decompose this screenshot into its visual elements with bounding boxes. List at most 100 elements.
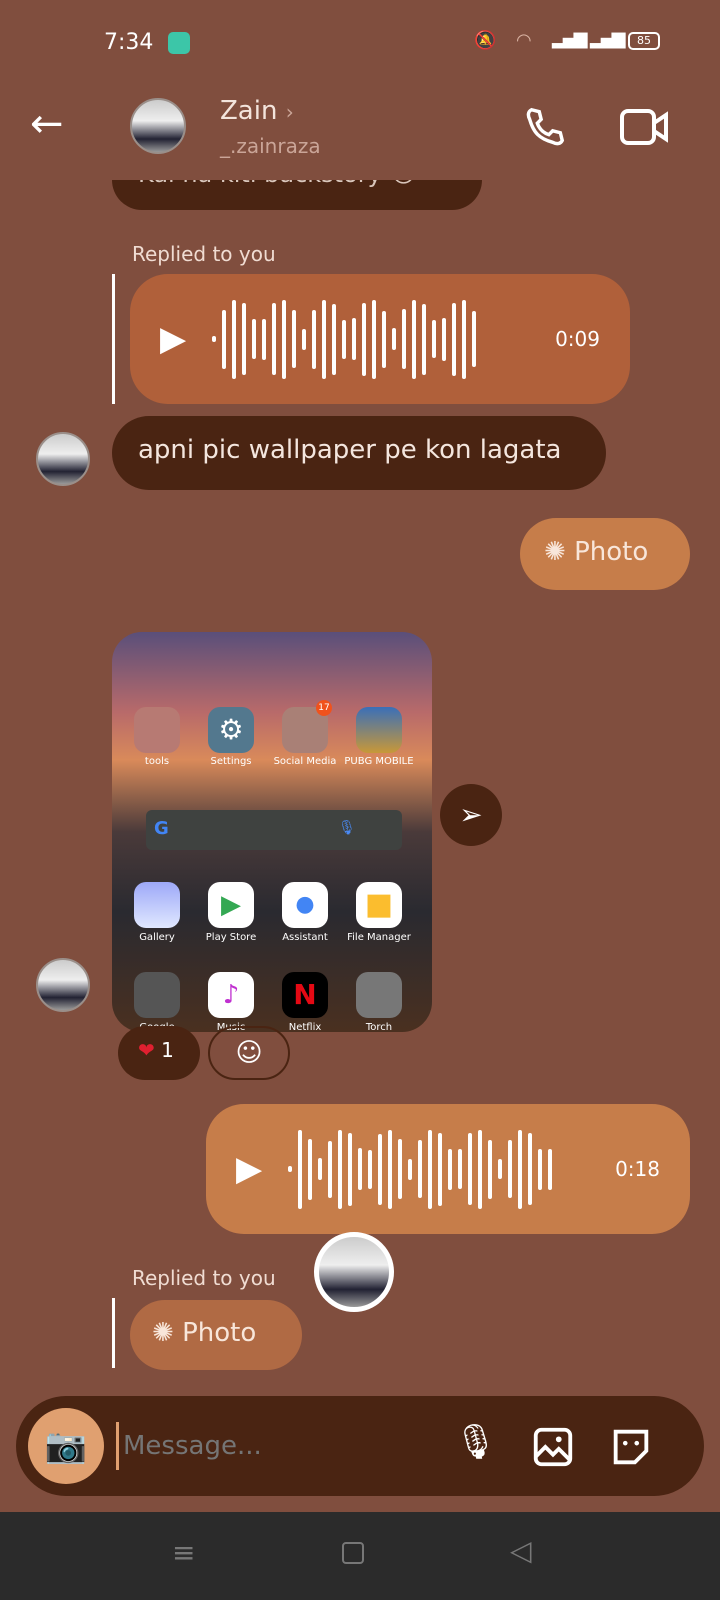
- reaction-heart[interactable]: ❤ 1: [118, 1026, 200, 1080]
- waveform-bar: [352, 318, 357, 360]
- play-icon[interactable]: ▶: [236, 1149, 262, 1189]
- waveform: [212, 299, 477, 379]
- status-bar: 7:34 🔕 ◠ ▂▄▆ ▂▄▆ 85: [0, 28, 720, 64]
- replied-label: Replied to you: [132, 1266, 276, 1290]
- waveform-bar: [422, 303, 427, 375]
- reply-indicator: [112, 274, 115, 404]
- play-icon[interactable]: ▶: [160, 319, 186, 359]
- sender-avatar[interactable]: [36, 432, 90, 486]
- mute-icon: 🔕: [474, 30, 497, 51]
- waveform-bar: [538, 1148, 543, 1190]
- waveform-bar: [242, 303, 247, 375]
- app-notification-icon: [168, 32, 190, 54]
- waveform-bar: [318, 1158, 323, 1180]
- app-label: File Manager: [347, 932, 411, 943]
- waveform-bar: [448, 1148, 453, 1190]
- google-folder-icon: [134, 972, 180, 1018]
- waveform-bar: [498, 1159, 503, 1179]
- home-icon[interactable]: [342, 1542, 364, 1564]
- waveform-bar: [332, 303, 337, 375]
- message-composer: 📷 🎙: [16, 1396, 704, 1496]
- app-label: PUBG MOBILE: [344, 756, 414, 767]
- add-reaction-button[interactable]: ☺: [208, 1026, 290, 1080]
- message-input[interactable]: [116, 1422, 446, 1470]
- message-bubble: apni pic wallpaper pe kon lagata: [112, 416, 606, 490]
- contact-username: _.zainraza: [220, 134, 321, 158]
- pubg-icon: [356, 707, 402, 753]
- waveform-bar: [262, 318, 267, 360]
- waveform-bar: [472, 311, 477, 367]
- waveform-bar: [272, 303, 277, 375]
- waveform-bar: [398, 1139, 403, 1199]
- waveform-bar: [328, 1140, 333, 1198]
- waveform-bar: [428, 1129, 433, 1209]
- signal-icon: ▂▄▆: [552, 28, 587, 49]
- sparkle-icon: ✺: [544, 537, 566, 567]
- photo-message[interactable]: ✺ Photo: [130, 1300, 302, 1370]
- waveform-bar: [462, 299, 467, 379]
- waveform-bar: [392, 328, 397, 350]
- gallery-icon[interactable]: [530, 1424, 576, 1470]
- waveform-bar: [302, 328, 307, 350]
- waveform-bar: [372, 299, 377, 379]
- chevron-right-icon: ›: [285, 100, 294, 124]
- waveform-bar: [478, 1129, 483, 1209]
- waveform-bar: [378, 1133, 383, 1205]
- app-folder-tools: [134, 707, 180, 753]
- send-icon: ➢: [459, 798, 483, 831]
- sender-avatar[interactable]: [36, 958, 90, 1012]
- waveform-bar: [322, 299, 327, 379]
- waveform-bar: [288, 1166, 293, 1172]
- seen-avatar: [314, 1232, 394, 1312]
- waveform-bar: [458, 1149, 463, 1189]
- app-label: Torch: [365, 1022, 393, 1032]
- status-time: 7:34: [104, 30, 154, 55]
- back-button[interactable]: ←: [30, 104, 64, 144]
- microphone-icon[interactable]: 🎙: [454, 1422, 497, 1462]
- waveform-bar: [418, 1140, 423, 1198]
- shared-screenshot[interactable]: tools ⚙ Settings 17 Social Media PUBG MO…: [112, 632, 432, 1032]
- waveform-bar: [212, 336, 217, 342]
- waveform-bar: [382, 310, 387, 368]
- waveform-bar: [342, 319, 347, 359]
- contact-name[interactable]: Zain ›: [220, 96, 294, 126]
- contact-avatar[interactable]: [130, 98, 186, 154]
- share-button[interactable]: ➢: [440, 784, 502, 846]
- camera-button[interactable]: 📷: [28, 1408, 104, 1484]
- back-nav-icon[interactable]: ◁: [510, 1534, 532, 1567]
- voice-message[interactable]: ▶ 0:18: [206, 1104, 690, 1234]
- voice-duration: 0:18: [615, 1157, 660, 1181]
- voice-message[interactable]: ▶ 0:09: [130, 274, 630, 404]
- video-call-icon[interactable]: [618, 104, 670, 150]
- waveform-bar: [508, 1140, 513, 1198]
- waveform-bar: [518, 1129, 523, 1209]
- waveform-bar: [358, 1148, 363, 1190]
- sticker-icon[interactable]: [608, 1424, 654, 1470]
- photo-message[interactable]: ✺ Photo: [520, 518, 690, 590]
- waveform-bar: [362, 302, 367, 376]
- reply-indicator: [112, 1298, 115, 1368]
- play-store-icon: ▶: [208, 882, 254, 928]
- heart-icon: ❤: [138, 1038, 155, 1062]
- signal-2-icon: ▂▄▆: [590, 28, 625, 49]
- waveform-bar: [548, 1148, 553, 1190]
- battery-icon: 85: [628, 32, 660, 50]
- gallery-icon: [134, 882, 180, 928]
- assistant-icon: ●: [282, 882, 328, 928]
- waveform-bar: [282, 299, 287, 379]
- waveform-bar: [292, 310, 297, 368]
- settings-icon: ⚙: [208, 707, 254, 753]
- waveform-bar: [488, 1139, 493, 1199]
- waveform-bar: [298, 1129, 303, 1209]
- phone-call-icon[interactable]: [522, 104, 568, 150]
- waveform-bar: [408, 1158, 413, 1180]
- emoji-add-icon: ☺: [235, 1038, 263, 1068]
- waveform-bar: [368, 1149, 373, 1189]
- voice-duration: 0:09: [555, 327, 600, 351]
- waveform-bar: [348, 1132, 353, 1206]
- waveform-bar: [312, 309, 317, 369]
- waveform-bar: [222, 309, 227, 369]
- netflix-icon: N: [282, 972, 328, 1018]
- mic-icon: 🎙: [338, 820, 356, 836]
- menu-icon[interactable]: ≡: [172, 1536, 195, 1569]
